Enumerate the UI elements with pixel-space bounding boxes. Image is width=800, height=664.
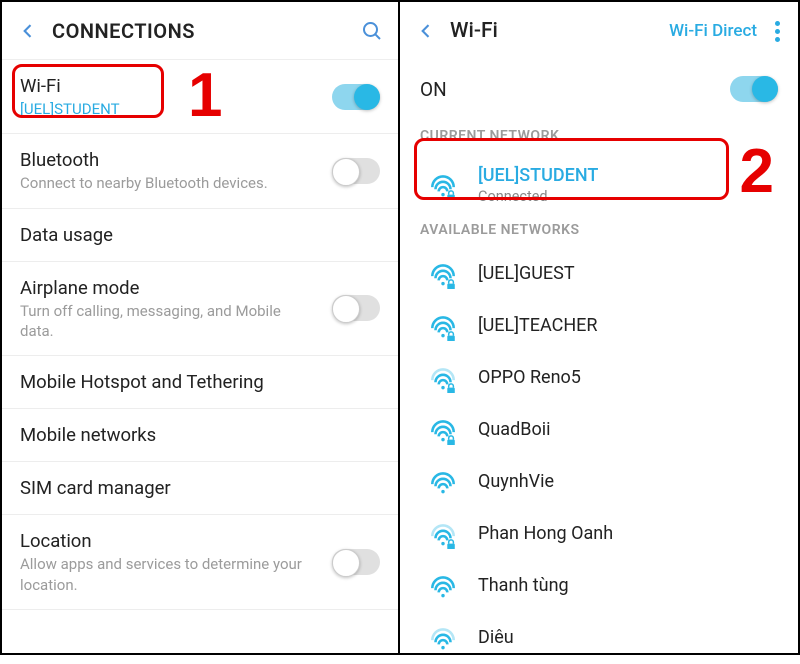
- settings-row-airplane-mode[interactable]: Airplane modeTurn off calling, messaging…: [2, 262, 398, 357]
- settings-row-bluetooth[interactable]: BluetoothConnect to nearby Bluetooth dev…: [2, 134, 398, 208]
- network-name: [UEL]GUEST: [478, 263, 778, 285]
- wifi-header: Wi-Fi Wi-Fi Direct: [400, 2, 798, 60]
- wifi-signal-icon: [428, 259, 458, 289]
- available-networks-list: [UEL]GUEST [UEL]TEACHER OPPO Reno5 QuadBoii…: [400, 248, 798, 664]
- row-title: Wi-Fi: [20, 74, 318, 98]
- row-title: Mobile networks: [20, 423, 380, 447]
- connections-screen: CONNECTIONS Wi-Fi[UEL]STUDENTBluetoothCo…: [2, 2, 400, 653]
- wifi-master-toggle[interactable]: [730, 76, 778, 102]
- network-name: OPPO Reno5: [478, 367, 778, 389]
- wifi-on-label: ON: [420, 78, 730, 101]
- back-button[interactable]: [16, 19, 40, 43]
- row-subtitle: Allow apps and services to determine you…: [20, 554, 318, 595]
- toggle[interactable]: [332, 295, 380, 321]
- row-subtitle: Turn off calling, messaging, and Mobile …: [20, 301, 318, 342]
- wifi-direct-button[interactable]: Wi-Fi Direct: [669, 21, 757, 41]
- more-options-icon[interactable]: [771, 17, 784, 46]
- settings-row-sim-card-manager[interactable]: SIM card manager: [2, 462, 398, 515]
- network-name: Diêu: [478, 627, 778, 649]
- page-title: CONNECTIONS: [52, 19, 360, 43]
- wifi-screen: Wi-Fi Wi-Fi Direct ON CURRENT NETWORK [U…: [400, 2, 798, 653]
- wifi-signal-icon: [428, 170, 458, 200]
- network-name: Thanh tùng: [478, 575, 778, 597]
- network-status: Connected: [478, 188, 778, 205]
- current-network-row[interactable]: [UEL]STUDENT Connected: [400, 154, 798, 216]
- wifi-signal-icon: [428, 571, 458, 601]
- wifi-signal-icon: [428, 519, 458, 549]
- settings-row-mobile-hotspot-and-tethering[interactable]: Mobile Hotspot and Tethering: [2, 356, 398, 409]
- connections-header: CONNECTIONS: [2, 2, 398, 60]
- network-text: [UEL]STUDENT Connected: [478, 165, 778, 205]
- settings-row-data-usage[interactable]: Data usage: [2, 209, 398, 262]
- row-title: Airplane mode: [20, 276, 318, 300]
- section-available-networks: AVAILABLE NETWORKS: [400, 216, 798, 248]
- wifi-master-toggle-row: ON: [400, 60, 798, 122]
- section-current-network: CURRENT NETWORK: [400, 122, 798, 154]
- toggle[interactable]: [332, 549, 380, 575]
- row-subtitle: Connect to nearby Bluetooth devices.: [20, 173, 318, 193]
- network-row[interactable]: Diêu: [400, 612, 798, 664]
- row-title: SIM card manager: [20, 476, 380, 500]
- network-row[interactable]: QuynhVie: [400, 456, 798, 508]
- row-title: Location: [20, 529, 318, 553]
- settings-row-mobile-networks[interactable]: Mobile networks: [2, 409, 398, 462]
- settings-row-location[interactable]: LocationAllow apps and services to deter…: [2, 515, 398, 610]
- network-name: [UEL]STUDENT: [478, 165, 778, 187]
- back-button[interactable]: [414, 19, 438, 43]
- wifi-signal-icon: [428, 623, 458, 653]
- settings-row-wi-fi[interactable]: Wi-Fi[UEL]STUDENT: [2, 60, 398, 134]
- network-row[interactable]: [UEL]TEACHER: [400, 300, 798, 352]
- connections-list: Wi-Fi[UEL]STUDENTBluetoothConnect to nea…: [2, 60, 398, 653]
- toggle[interactable]: [332, 84, 380, 110]
- wifi-signal-icon: [428, 311, 458, 341]
- network-name: [UEL]TEACHER: [478, 315, 778, 337]
- wifi-signal-icon: [428, 467, 458, 497]
- network-name: QuynhVie: [478, 471, 778, 493]
- row-subtitle: [UEL]STUDENT: [20, 99, 318, 119]
- row-title: Mobile Hotspot and Tethering: [20, 370, 380, 394]
- page-title: Wi-Fi: [450, 19, 669, 43]
- network-row[interactable]: QuadBoii: [400, 404, 798, 456]
- network-row[interactable]: Thanh tùng: [400, 560, 798, 612]
- network-row[interactable]: [UEL]GUEST: [400, 248, 798, 300]
- network-name: QuadBoii: [478, 419, 778, 441]
- network-row[interactable]: OPPO Reno5: [400, 352, 798, 404]
- row-title: Bluetooth: [20, 148, 318, 172]
- row-title: Data usage: [20, 223, 380, 247]
- wifi-signal-icon: [428, 363, 458, 393]
- search-icon[interactable]: [360, 19, 384, 43]
- wifi-signal-icon: [428, 415, 458, 445]
- toggle[interactable]: [332, 158, 380, 184]
- network-name: Phan Hong Oanh: [478, 523, 778, 545]
- network-row[interactable]: Phan Hong Oanh: [400, 508, 798, 560]
